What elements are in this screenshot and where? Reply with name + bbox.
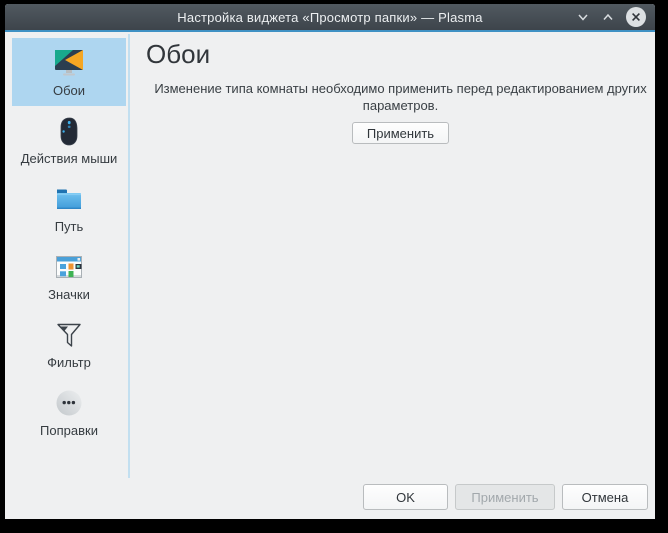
sidebar-item-tweaks[interactable]: Поправки [12, 378, 126, 446]
sidebar-item-path[interactable]: Путь [12, 174, 126, 242]
close-button[interactable] [625, 6, 647, 28]
window-controls [575, 4, 647, 30]
maximize-button[interactable] [600, 10, 616, 24]
chevron-up-icon [603, 13, 613, 20]
close-circle-icon [626, 7, 646, 27]
filter-funnel-icon [53, 319, 85, 351]
sidebar-item-mouse-actions[interactable]: Действия мыши [12, 106, 126, 174]
icons-view-icon [53, 251, 85, 283]
sidebar-item-wallpaper[interactable]: Обои [12, 38, 126, 106]
apply-button[interactable]: Применить [455, 484, 555, 510]
settings-window: Настройка виджета «Просмотр папки» — Pla… [5, 4, 655, 519]
wallpaper-icon [53, 47, 85, 79]
tweaks-dots-icon [53, 387, 85, 419]
titlebar[interactable]: Настройка виджета «Просмотр папки» — Pla… [5, 4, 655, 30]
minimize-button[interactable] [575, 10, 591, 24]
dialog-button-box: OK Применить Отмена [363, 484, 648, 510]
wallpaper-page: Обои Изменение типа комнаты необходимо п… [128, 32, 655, 144]
sidebar-item-label: Фильтр [47, 355, 91, 370]
apply-required-message: Изменение типа комнаты необходимо примен… [154, 81, 647, 113]
mouse-icon [53, 115, 85, 147]
sidebar: Обои Действия мыши Путь Значки Фильтр По… [5, 38, 128, 446]
sidebar-item-label: Поправки [40, 423, 98, 438]
ok-button[interactable]: OK [363, 484, 448, 510]
sidebar-item-label: Значки [48, 287, 90, 302]
sidebar-item-icons[interactable]: Значки [12, 242, 126, 310]
page-title: Обои [146, 39, 211, 69]
window-title: Настройка виджета «Просмотр папки» — Pla… [177, 9, 483, 25]
sidebar-item-label: Обои [52, 83, 86, 98]
sidebar-item-filter[interactable]: Фильтр [12, 310, 126, 378]
apply-room-type-button[interactable]: Применить [351, 122, 450, 144]
chevron-down-icon [578, 14, 588, 21]
cancel-button[interactable]: Отмена [562, 484, 648, 510]
sidebar-item-label: Действия мыши [20, 151, 118, 166]
folder-icon [53, 183, 85, 215]
sidebar-item-label: Путь [54, 219, 84, 234]
